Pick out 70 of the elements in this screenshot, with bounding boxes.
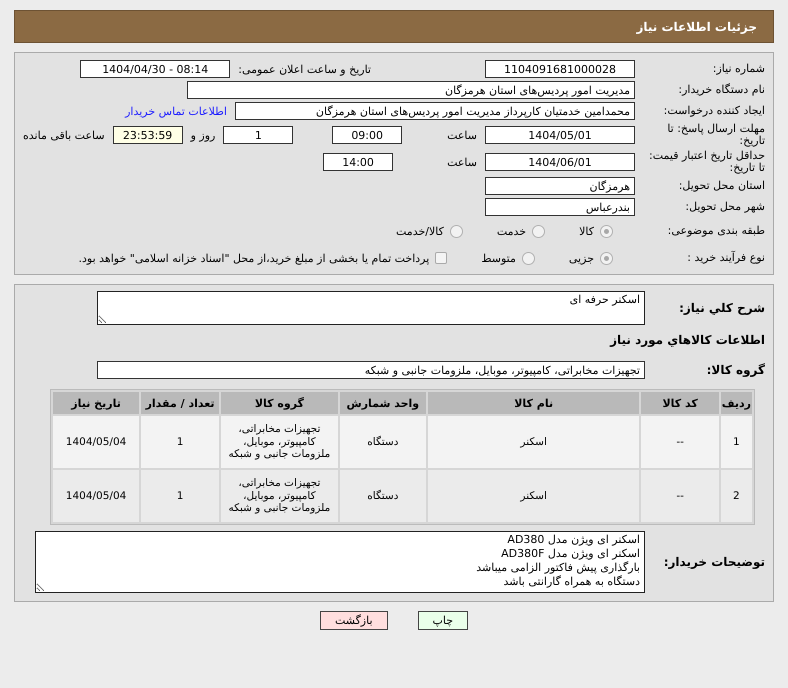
table-cell: دستگاه (340, 416, 426, 468)
text-field[interactable]: 1404/04/30 - 08:14 (80, 60, 230, 78)
column-header: واحد شمارش (340, 392, 426, 414)
radio-label: جزیی (568, 252, 594, 264)
column-header: تاریخ نیاز (53, 392, 140, 414)
text-field[interactable]: 09:00 (332, 126, 402, 144)
print-button[interactable]: چاپ (418, 611, 468, 630)
field-label: شماره نیاز: (712, 63, 765, 75)
section-heading: اطلاعات کالاهاي مورد نياز (608, 334, 765, 346)
radio-label: خدمت (496, 224, 526, 238)
radio-label: متوسط (481, 252, 516, 264)
text-field[interactable]: مدیریت امور پردیس‌های استان هرمزگان (187, 81, 635, 99)
field-label: گروه کالا: (706, 364, 765, 376)
column-header: نام کالا (428, 392, 640, 414)
contact-link[interactable]: اطلاعات تماس خریدار (125, 104, 227, 118)
page-title: جزئیات اطلاعات نیاز (636, 20, 757, 34)
radio-button[interactable] (522, 252, 535, 264)
radio-button[interactable] (532, 224, 546, 238)
text-field[interactable]: محمدامین خدمتیان کارپرداز مدیریت امور پردیس‌های استان هرمزگان (235, 102, 635, 120)
field-label: نوع فرآیند خرید : (686, 252, 765, 264)
text-field[interactable]: 1104091681000028 (485, 60, 635, 78)
table-cell: تجهیزات مخابراتی، کامپیوتر، موبایل، ملزومات جانبی و شبکه (221, 470, 338, 522)
field-label: ساعت (447, 156, 477, 168)
field-label: توضیحات خریدار: (662, 556, 765, 568)
text-field[interactable]: تجهیزات مخابراتی، کامپیوتر، موبایل، ملزومات جانبی و شبکه (97, 361, 645, 379)
field-label: ساعت باقی مانده (23, 128, 105, 142)
table-cell: -- (641, 416, 719, 468)
table-cell: 1404/05/04 (53, 416, 140, 468)
field-label: نام دستگاه خریدار: (677, 84, 765, 96)
field-label: مهلت ارسال پاسخ: تا تاریخ: (666, 123, 765, 147)
text-field[interactable]: 14:00 (323, 153, 394, 171)
notes-box[interactable]: اسکنر ای ویژن مدل AD380 اسکنر ای ویژن مدل AD380F بارگذاری پیش فاکتور الزامی میباشد دستگاه به همراه گارانتی باشد (35, 531, 645, 593)
column-header: کد کالا (641, 392, 719, 414)
text-field[interactable]: 1404/06/01 (485, 153, 635, 171)
table-cell: 1 (141, 416, 220, 468)
field-label: ساعت (447, 128, 477, 142)
field-label: طبقه بندی موضوعی: (666, 225, 765, 237)
column-header: تعداد / مقدار (141, 392, 220, 414)
field-label: تاریخ و ساعت اعلان عمومی: (238, 62, 371, 76)
table-cell: 2 (720, 470, 752, 522)
table-cell: 1 (141, 470, 220, 522)
text-field[interactable]: 23:53:59 (112, 126, 183, 144)
table-cell: دستگاه (340, 470, 426, 522)
table-cell: اسکنر (428, 470, 640, 522)
field-label: ایجاد کننده درخواست: (662, 105, 765, 117)
radio-button[interactable] (600, 224, 613, 238)
description-box[interactable]: اسکنر حرفه ای (97, 291, 645, 325)
table-cell: -- (641, 470, 719, 522)
text-field[interactable]: 1 (223, 126, 294, 144)
field-label: شهر محل تحویل: (684, 201, 765, 213)
table-cell: 1 (720, 416, 752, 468)
checkbox[interactable] (435, 252, 448, 264)
text-field[interactable]: بندرعباس (485, 198, 635, 216)
field-label: روز و (190, 128, 216, 142)
field-label: حداقل تاریخ اعتبار قیمت: تا تاریخ: (648, 150, 765, 174)
column-header: گروه کالا (221, 392, 338, 414)
column-header: ردیف (720, 392, 752, 414)
field-label: شرح کلي نياز: (678, 302, 765, 314)
table-cell: تجهیزات مخابراتی، کامپیوتر، موبایل، ملزومات جانبی و شبکه (221, 416, 338, 468)
radio-label: کالا/خدمت (396, 224, 444, 238)
back-button[interactable]: بازگشت (320, 611, 388, 630)
radio-button[interactable] (450, 224, 463, 238)
text-field[interactable]: هرمزگان (485, 177, 635, 195)
checkbox-label: پرداخت تمام یا بخشی از مبلغ خرید،از محل "اسناد خزانه اسلامی" خواهد بود. (78, 252, 430, 264)
table-cell: 1404/05/04 (53, 470, 140, 522)
radio-label: کالا (579, 224, 594, 238)
field-label: استان محل تحویل: (678, 180, 765, 192)
radio-button[interactable] (600, 252, 613, 264)
text-field[interactable]: 1404/05/01 (485, 126, 635, 144)
table-cell: اسکنر (428, 416, 640, 468)
